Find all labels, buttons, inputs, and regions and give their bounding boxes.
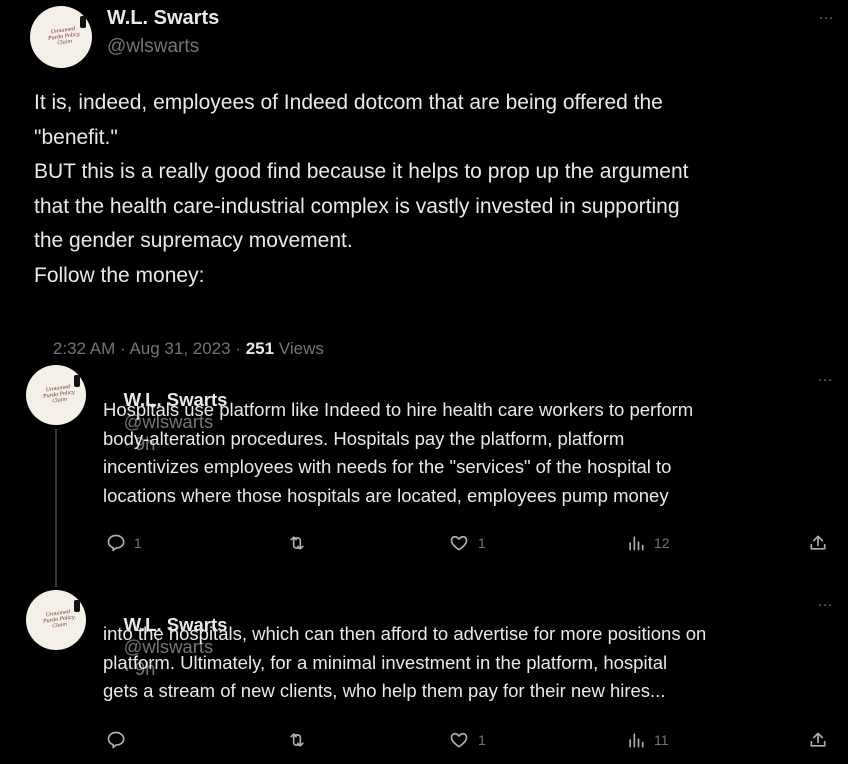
reply-count: 1 (134, 535, 142, 551)
more-options-icon[interactable]: … (817, 593, 834, 611)
avatar[interactable]: Unnamed Purdo Policy Claim (26, 590, 86, 650)
reply-button[interactable] (106, 730, 134, 750)
heart-icon (450, 732, 468, 748)
view-count: 11 (654, 732, 669, 748)
reply-button[interactable]: 1 (106, 533, 142, 553)
repost-button[interactable] (286, 730, 316, 750)
like-button[interactable]: 1 (448, 730, 486, 750)
more-options-icon[interactable]: … (818, 6, 835, 24)
avatar[interactable]: Unnamed Purdo Policy Claim (30, 6, 92, 68)
repost-button[interactable] (286, 533, 316, 553)
main-tweet: Unnamed Purdo Policy Claim W.L. Swarts @… (0, 0, 848, 358)
avatar[interactable]: Unnamed Purdo Policy Claim (26, 365, 86, 425)
thread-line (55, 429, 57, 587)
avatar-text: Unnamed Purdo Policy Claim (42, 608, 76, 630)
reply-text: into the hospitals, which can then affor… (103, 623, 707, 701)
author-handle[interactable]: @wlswarts (107, 36, 199, 58)
views-button[interactable]: 11 (626, 730, 669, 750)
tweet-text: It is, indeed, employees of Indeed dotco… (34, 91, 689, 287)
share-button[interactable] (808, 533, 828, 553)
reply-tweet-2[interactable]: Unnamed Purdo Policy Claim W.L. Swarts @… (0, 580, 848, 764)
reply-tweet-1[interactable]: Unnamed Purdo Policy Claim W.L. Swarts @… (0, 355, 848, 587)
more-options-icon[interactable]: … (817, 368, 834, 386)
like-count: 1 (478, 732, 486, 748)
share-button[interactable] (808, 730, 828, 750)
bar-chart-icon (629, 733, 644, 748)
bar-chart-icon (629, 536, 644, 551)
reply-text: Hospitals use platform like Indeed to hi… (103, 399, 694, 506)
view-count: 12 (654, 535, 670, 551)
repost-icon (290, 536, 304, 550)
like-button[interactable]: 1 (448, 533, 486, 553)
reply-icon (107, 534, 125, 552)
avatar-text: Unnamed Purdo Policy Claim (42, 383, 76, 405)
reply-icon (107, 731, 125, 749)
author-name[interactable]: W.L. Swarts (107, 7, 219, 30)
repost-icon (290, 733, 304, 747)
like-count: 1 (478, 535, 486, 551)
share-icon (810, 535, 826, 550)
heart-icon (450, 535, 468, 551)
share-icon (810, 732, 826, 747)
avatar-text: Unnamed Purdo Policy Claim (47, 25, 81, 47)
views-button[interactable]: 12 (626, 533, 670, 553)
